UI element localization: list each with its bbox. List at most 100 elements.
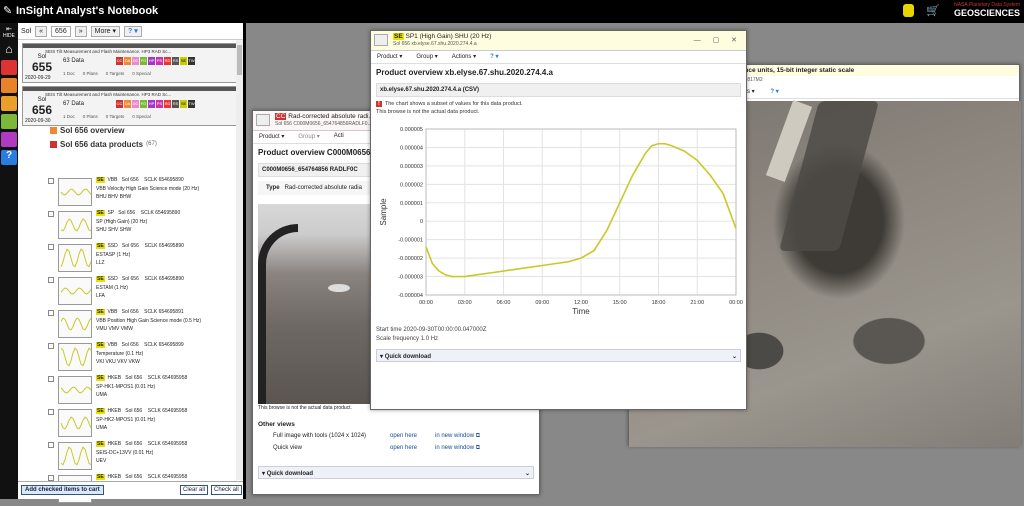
y-tick-label: -0.000001 (398, 238, 423, 244)
product-thumbnail[interactable] (58, 310, 92, 338)
home-icon[interactable]: ⌂ (1, 42, 17, 57)
sidebar-scrollbar[interactable] (236, 40, 243, 480)
sol-overview[interactable]: Sol 656 overview (28, 123, 157, 137)
product-sclk: SCLK 654695899 (144, 342, 184, 348)
sol-products-header[interactable]: Sol 656 data products (67) (28, 137, 157, 151)
product-item[interactable]: SE SSD Sol 656 SCLK 654695890 ESTASP (1 H… (48, 242, 238, 275)
product-name: SEIS-DC+13VV (0.01 Hz) (96, 450, 154, 456)
special-count: 0 Special (132, 114, 151, 119)
product-checkbox[interactable] (48, 409, 54, 415)
sol-card-count: 67 Data (63, 101, 85, 107)
product-code: SE (96, 309, 105, 315)
new-window-link[interactable]: in new window ⧉ (435, 445, 480, 452)
product-checkbox[interactable] (48, 211, 54, 217)
product-checkbox[interactable] (48, 376, 54, 382)
product-thumbnail[interactable] (58, 409, 92, 437)
product-thumbnail[interactable] (58, 178, 92, 206)
product-channels: UEV (96, 458, 107, 464)
sun-icon[interactable] (1, 78, 17, 93)
tools-icon[interactable] (1, 114, 17, 129)
product-code: SE (96, 243, 105, 249)
product-item[interactable]: SE SSD Sol 656 SCLK 654695890 ESTAM (1 Hz… (48, 275, 238, 308)
product-item[interactable]: SE HKEB Sol 656 SCLK 654695958 SEIS-DC+13… (48, 440, 238, 473)
product-inst: SSD (107, 243, 118, 249)
x-tick-label: 06:00 (497, 300, 511, 306)
product-checkbox[interactable] (48, 277, 54, 283)
product-code: SE (96, 408, 105, 414)
brand-logo[interactable]: NASA Planetary Data System GEOSCIENCES (950, 2, 1020, 18)
search-icon[interactable] (1, 96, 17, 111)
new-window-link[interactable]: in new window ⧉ (435, 433, 480, 440)
x-tick-label: 21:00 (690, 300, 704, 306)
help-icon[interactable]: ? (1, 150, 17, 165)
sol-input[interactable]: 656 (51, 25, 71, 37)
check-all-button[interactable]: Check all (211, 485, 242, 495)
sidebar-footer: Add checked items to cart Clear all Chec… (18, 481, 243, 499)
product-checkbox[interactable] (48, 178, 54, 184)
product-checkbox[interactable] (48, 343, 54, 349)
product-checkbox[interactable] (48, 244, 54, 250)
product-item[interactable]: SE VBB Sol 656 SCLK 654695891 VBB Positio… (48, 308, 238, 341)
sol-card[interactable]: SEIS Tilt Measurement and Flash Maintena… (22, 86, 239, 126)
product-checkbox[interactable] (48, 310, 54, 316)
hide-button[interactable]: ⇤ HIDE (0, 25, 18, 39)
top-bar: ✎ InSight Analyst's Notebook 🛒 NASA Plan… (0, 0, 1024, 23)
chart-panel[interactable]: SE SP1 (High Gain) SHU (20 Hz) Sol 656 x… (370, 30, 747, 410)
line-chart[interactable]: 0.000005 0.000004 0.000003 0.000002 0.000001… (374, 123, 744, 323)
sol-label: Sol (21, 27, 32, 35)
product-item[interactable]: SE SP Sol 656 SCLK 654695890 SP (High Gai… (48, 209, 238, 242)
open-here-link[interactable]: open here (390, 433, 417, 439)
product-name: ESTASP (1 Hz) (96, 252, 131, 258)
group-menu[interactable]: Group ▾ (298, 133, 319, 141)
clear-all-button[interactable]: Clear all (180, 485, 209, 495)
product-item[interactable]: SE HKEB Sol 656 SCLK 654695958 SP-HK1-MPO… (48, 374, 238, 407)
product-inst: HKEB (107, 375, 122, 381)
group-menu[interactable]: Group ▾ (416, 53, 437, 61)
overview-icon (50, 126, 57, 134)
product-menu[interactable]: Product ▾ (377, 53, 402, 61)
y-tick-label: 0.000001 (400, 201, 423, 207)
open-here-link[interactable]: open here (390, 445, 417, 451)
next-button[interactable]: » (74, 25, 87, 37)
more-dropdown[interactable]: More ▾ (90, 25, 121, 37)
product-code: SE (96, 342, 105, 348)
help-menu[interactable]: ? ▾ (770, 89, 778, 95)
product-thumbnail[interactable] (58, 343, 92, 371)
actions-menu[interactable]: Actions ▾ (452, 53, 476, 61)
y-tick-label: 0.000004 (400, 145, 423, 151)
product-inst: SSD (107, 276, 118, 282)
product-thumbnail[interactable] (58, 244, 92, 272)
product-name: ESTAM (1 Hz) (96, 285, 128, 291)
product-thumbnail[interactable] (58, 376, 92, 404)
product-code: SE (96, 177, 105, 183)
quick-download[interactable]: ▾ Quick download ⌄ (376, 349, 741, 362)
product-thumbnail[interactable] (58, 211, 92, 239)
product-item[interactable]: SE VBB Sol 656 SCLK 654695899 Temperature… (48, 341, 238, 374)
sol-card[interactable]: SEIS Tilt Measurement and Flash Maintena… (22, 43, 239, 83)
cart-icon[interactable]: 🛒 (926, 4, 940, 17)
plans-count: 0 Plans (82, 71, 98, 76)
prev-button[interactable]: « (35, 25, 48, 37)
rad-image[interactable] (258, 204, 373, 404)
sol-card-desc: SEIS Tilt Measurement and Flash Maintena… (45, 92, 172, 97)
add-to-cart-button[interactable]: Add checked items to cart (21, 485, 104, 495)
app-title: InSight Analyst's Notebook (16, 5, 159, 17)
quick-download[interactable]: ▾ Quick download ⌄ (258, 466, 534, 479)
product-sclk: SCLK 654695890 (140, 210, 181, 216)
help-menu[interactable]: ? ▾ (490, 53, 498, 61)
building-icon[interactable] (1, 132, 17, 147)
user-icon[interactable] (903, 4, 914, 17)
pencil-icon: ✎ (3, 5, 13, 17)
window-controls[interactable]: — ▢ ✕ (694, 36, 742, 44)
help-dropdown[interactable]: ? ▾ (124, 25, 142, 37)
product-thumbnail[interactable] (58, 277, 92, 305)
product-menu[interactable]: Product ▾ (259, 133, 284, 141)
product-sol: Sol 656 (125, 408, 143, 414)
product-thumbnail[interactable] (58, 442, 92, 470)
x-tick-label: 03:00 (458, 300, 472, 306)
rocket-icon[interactable] (1, 60, 17, 75)
actions-menu[interactable]: Acti (334, 133, 344, 141)
product-checkbox[interactable] (48, 442, 54, 448)
product-item[interactable]: SE HKEB Sol 656 SCLK 654695958 SP-HK2-MPO… (48, 407, 238, 440)
product-item[interactable]: SE VBB Sol 656 SCLK 654695890 VBB Velocit… (48, 176, 238, 209)
